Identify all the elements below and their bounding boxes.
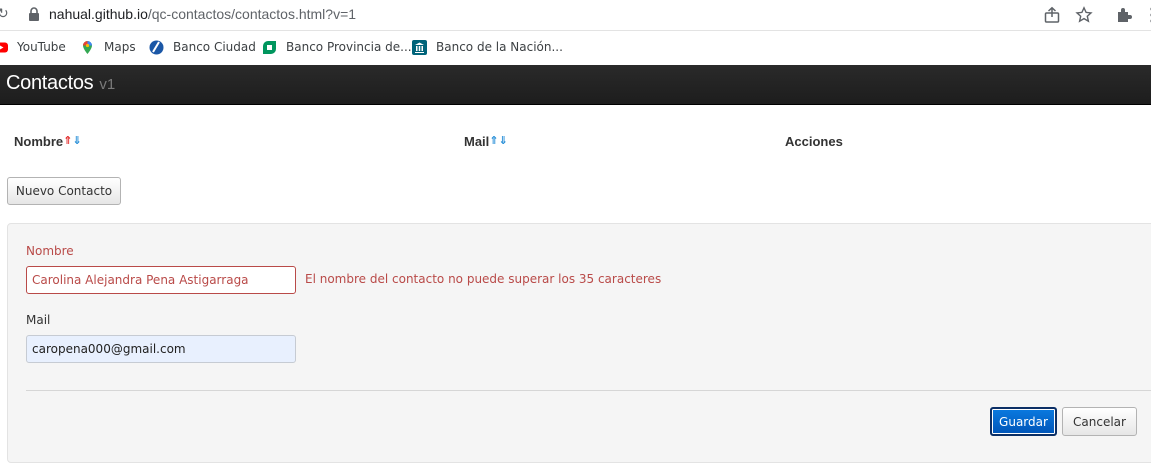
share-icon[interactable] bbox=[1043, 6, 1061, 24]
url-path: /qc-contactos/contactos.html?v=1 bbox=[147, 6, 357, 22]
mail-label: Mail bbox=[26, 313, 51, 327]
sort-asc-icon[interactable]: ⇑ bbox=[63, 136, 72, 147]
maps-icon bbox=[83, 40, 92, 54]
name-input[interactable]: Carolina Alejandra Pena Astigarraga bbox=[26, 266, 296, 294]
sort-desc-icon[interactable]: ⇓ bbox=[72, 136, 81, 147]
reload-icon[interactable]: ↻ bbox=[0, 6, 9, 22]
column-label: Acciones bbox=[785, 134, 843, 149]
bookmark-banco-provincia[interactable]: Banco Provincia de... bbox=[262, 38, 412, 56]
sort-desc-icon[interactable]: ⇓ bbox=[499, 136, 508, 147]
app-brand[interactable]: Contactos v1 bbox=[6, 72, 115, 95]
app-navbar: Contactos v1 bbox=[0, 65, 1151, 105]
sort-asc-icon[interactable]: ⇑ bbox=[489, 136, 498, 147]
column-header-acciones: Acciones bbox=[785, 134, 843, 149]
address-bar[interactable]: ↻ nahual.github.io/qc-contactos/contacto… bbox=[0, 0, 1151, 31]
banco-ciudad-icon bbox=[149, 40, 164, 54]
banco-provincia-icon bbox=[263, 40, 276, 54]
bookmark-banco-ciudad[interactable]: Banco Ciudad bbox=[149, 38, 256, 56]
form-divider bbox=[26, 390, 1151, 391]
menu-icon[interactable] bbox=[1143, 6, 1151, 24]
mail-input[interactable]: caropena000@gmail.com bbox=[26, 335, 296, 363]
lock-icon[interactable] bbox=[28, 7, 40, 21]
app-title: Contactos bbox=[6, 72, 94, 94]
cancel-button[interactable]: Cancelar bbox=[1062, 407, 1137, 436]
column-header-nombre[interactable]: Nombre ⇑ ⇓ bbox=[14, 134, 82, 149]
bookmark-youtube[interactable]: YouTube bbox=[0, 38, 66, 56]
bookmarks-bar: YouTube Maps Banco Ciudad Banco Provinci… bbox=[0, 31, 1151, 65]
column-label: Mail bbox=[464, 134, 490, 149]
banco-nacion-icon bbox=[412, 39, 427, 55]
youtube-icon bbox=[0, 42, 8, 52]
bookmark-banco-nacion[interactable]: Banco de la Nación... bbox=[412, 38, 563, 56]
star-icon[interactable] bbox=[1075, 6, 1093, 24]
bookmark-label: Banco Provincia de... bbox=[286, 40, 412, 54]
bookmark-label: YouTube bbox=[17, 40, 66, 54]
bookmark-label: Banco de la Nación... bbox=[436, 40, 563, 54]
column-header-mail[interactable]: Mail ⇑ ⇓ bbox=[464, 134, 508, 149]
save-button[interactable]: Guardar bbox=[990, 407, 1057, 436]
name-label: Nombre bbox=[26, 244, 74, 258]
bookmark-label: Banco Ciudad bbox=[173, 40, 256, 54]
name-error-message: El nombre del contacto no puede superar … bbox=[305, 272, 662, 286]
new-contact-button[interactable]: Nuevo Contacto bbox=[7, 177, 121, 205]
url-text[interactable]: nahual.github.io/qc-contactos/contactos.… bbox=[49, 6, 356, 22]
column-label: Nombre bbox=[14, 134, 64, 149]
bookmark-maps[interactable]: Maps bbox=[80, 38, 136, 56]
url-host: nahual.github.io bbox=[49, 6, 148, 22]
extensions-icon[interactable] bbox=[1115, 6, 1133, 24]
app-version: v1 bbox=[99, 76, 116, 93]
bookmark-label: Maps bbox=[104, 40, 136, 54]
